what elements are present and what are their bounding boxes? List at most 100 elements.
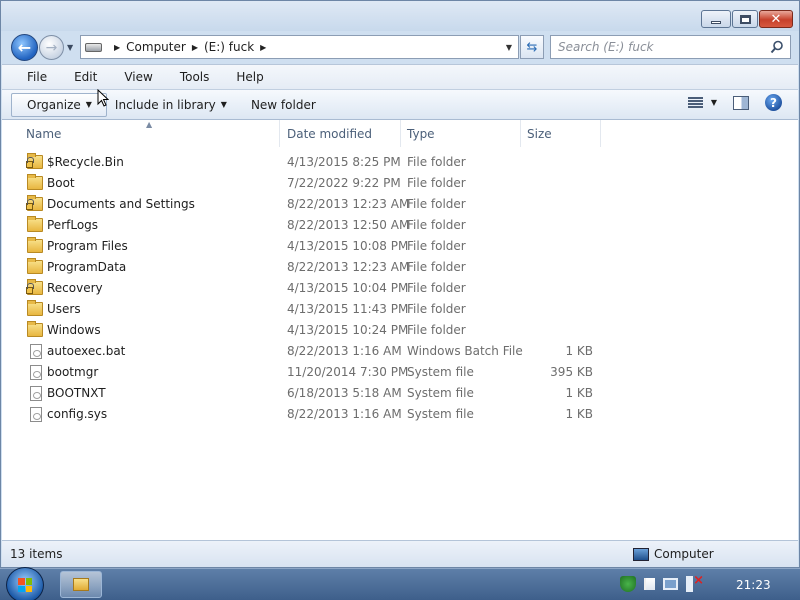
column-type-label: Type xyxy=(407,126,435,141)
file-rows: $Recycle.Bin 4/13/2015 8:25 PM File folder… xyxy=(2,152,798,425)
dropdown-arrow-icon: ▼ xyxy=(85,100,92,109)
menu-view[interactable]: View xyxy=(105,70,160,84)
table-row[interactable]: autoexec.bat 8/22/2013 1:16 AM Windows Bat… xyxy=(2,341,798,362)
table-row[interactable]: Documents and Settings 8/22/2013 12:23 AM… xyxy=(2,194,798,215)
clock[interactable]: 21:23 xyxy=(736,578,771,592)
file-name: config.sys xyxy=(47,407,108,421)
folder-icon xyxy=(27,321,43,337)
start-button[interactable] xyxy=(6,567,44,600)
table-row[interactable]: ProgramData 8/22/2013 12:23 AM File folder xyxy=(2,257,798,278)
table-row[interactable]: Users 4/13/2015 11:43 PM File folder xyxy=(2,299,798,320)
forward-button[interactable]: → xyxy=(39,35,64,60)
volume-muted-icon[interactable] xyxy=(686,573,704,592)
table-row[interactable]: Program Files 4/13/2015 10:08 PM File fold… xyxy=(2,236,798,257)
minimize-button[interactable] xyxy=(701,10,731,28)
refresh-button[interactable]: ⇆ xyxy=(520,35,544,59)
file-size xyxy=(522,152,593,173)
file-size: 395 KB xyxy=(550,365,593,379)
table-row[interactable]: PerfLogs 8/22/2013 12:50 AM File folder xyxy=(2,215,798,236)
dropdown-arrow-icon: ▼ xyxy=(220,100,227,109)
lock-icon xyxy=(26,199,34,210)
file-icon xyxy=(30,344,42,359)
close-button[interactable]: ✕ xyxy=(759,10,793,28)
chevron-right-icon[interactable]: ▶ xyxy=(114,43,120,52)
lock-icon xyxy=(26,157,34,168)
chevron-right-icon[interactable]: ▶ xyxy=(192,43,198,52)
file-date-modified: 8/22/2013 1:16 AM xyxy=(287,407,402,421)
drive-icon xyxy=(85,42,102,52)
breadcrumb-computer[interactable]: Computer xyxy=(126,40,186,54)
breadcrumb-drive[interactable]: (E:) fuck xyxy=(204,40,254,54)
table-row[interactable]: config.sys 8/22/2013 1:16 AM System file 1 … xyxy=(2,404,798,425)
column-header: Name ▲ Date modified Type Size xyxy=(2,120,798,147)
recent-pages-dropdown[interactable]: ▼ xyxy=(67,43,73,52)
menu-edit[interactable]: Edit xyxy=(55,70,105,84)
table-row[interactable]: Windows 4/13/2015 10:24 PM File folder xyxy=(2,320,798,341)
network-icon[interactable] xyxy=(663,578,678,590)
column-date-modified[interactable]: Date modified xyxy=(281,120,401,147)
file-date-modified: 4/13/2015 10:24 PM xyxy=(287,323,409,337)
file-name: Boot xyxy=(47,176,75,190)
file-type: File folder xyxy=(407,197,466,211)
column-type[interactable]: Type xyxy=(401,120,521,147)
file-type: File folder xyxy=(407,281,466,295)
file-name: ProgramData xyxy=(47,260,127,274)
table-row[interactable]: $Recycle.Bin 4/13/2015 8:25 PM File folder xyxy=(2,152,798,173)
file-date-modified: 8/22/2013 12:23 AM xyxy=(287,260,410,274)
maximize-button[interactable] xyxy=(732,10,758,28)
change-view-button[interactable]: ▼ xyxy=(687,96,717,109)
preview-pane-icon[interactable] xyxy=(733,95,749,110)
back-button[interactable]: ← xyxy=(11,34,38,61)
table-row[interactable]: Boot 7/22/2022 9:22 PM File folder xyxy=(2,173,798,194)
file-name: BOOTNXT xyxy=(47,386,106,400)
table-row[interactable]: BOOTNXT 6/18/2013 5:18 AM System file 1 KB xyxy=(2,383,798,404)
column-size[interactable]: Size xyxy=(521,120,601,147)
system-tray xyxy=(620,573,704,592)
organize-button[interactable]: Organize ▼ xyxy=(11,92,107,117)
menu-file[interactable]: File xyxy=(8,70,55,84)
command-bar: Organize ▼ Include in library ▼ New fold… xyxy=(2,89,798,120)
file-name: autoexec.bat xyxy=(47,344,126,358)
folder-icon xyxy=(27,216,43,232)
file-type: File folder xyxy=(407,302,466,316)
file-name: Documents and Settings xyxy=(47,197,195,211)
navigation-bar: ← → ▼ ▶ Computer ▶ (E:) fuck ▶ ▼ ⇆ Searc… xyxy=(1,31,799,64)
action-center-flag-icon[interactable] xyxy=(644,578,655,590)
file-type: File folder xyxy=(407,239,466,253)
title-bar[interactable]: ✕ xyxy=(1,1,799,31)
forward-arrow-icon: → xyxy=(45,39,58,56)
search-input[interactable]: Search (E:) fuck xyxy=(550,35,791,59)
column-date-label: Date modified xyxy=(287,126,373,141)
locked-folder-icon xyxy=(26,195,43,211)
address-dropdown-icon[interactable]: ▼ xyxy=(506,43,512,52)
taskbar-explorer-button[interactable] xyxy=(60,571,102,598)
table-row[interactable]: bootmgr 11/20/2014 7:30 PM System file 395 … xyxy=(2,362,798,383)
search-icon[interactable] xyxy=(770,40,784,54)
file-name: PerfLogs xyxy=(47,218,99,232)
toolbar-right: ▼ ? xyxy=(687,94,782,111)
menu-help[interactable]: Help xyxy=(217,70,271,84)
file-type: File folder xyxy=(407,218,466,232)
folder-icon xyxy=(73,578,89,591)
locked-folder-icon xyxy=(26,279,43,295)
help-icon[interactable]: ? xyxy=(765,94,782,111)
file-date-modified: 7/22/2022 9:22 PM xyxy=(287,176,401,190)
chevron-right-icon[interactable]: ▶ xyxy=(260,43,266,52)
refresh-icon: ⇆ xyxy=(526,39,538,55)
include-in-library-button[interactable]: Include in library ▼ xyxy=(107,93,235,117)
lock-icon xyxy=(26,283,34,294)
file-size: 1 KB xyxy=(565,407,593,421)
new-folder-button[interactable]: New folder xyxy=(243,93,324,117)
menu-tools[interactable]: Tools xyxy=(161,70,218,84)
file-name: $Recycle.Bin xyxy=(47,155,124,169)
explorer-window: ✕ ← → ▼ ▶ Computer ▶ (E:) fuck ▶ ▼ ⇆ Sea… xyxy=(0,0,800,568)
security-shield-icon[interactable] xyxy=(620,576,636,592)
folder-icon xyxy=(27,258,43,274)
new-folder-label: New folder xyxy=(250,97,316,112)
file-type: Windows Batch File xyxy=(407,344,523,358)
file-list: Name ▲ Date modified Type Size $Recycle.… xyxy=(2,120,798,540)
table-row[interactable]: Recovery 4/13/2015 10:04 PM File folder xyxy=(2,278,798,299)
item-count: 13 items xyxy=(10,547,63,561)
address-bar[interactable]: ▶ Computer ▶ (E:) fuck ▶ ▼ xyxy=(80,35,519,59)
file-type: File folder xyxy=(407,155,466,169)
